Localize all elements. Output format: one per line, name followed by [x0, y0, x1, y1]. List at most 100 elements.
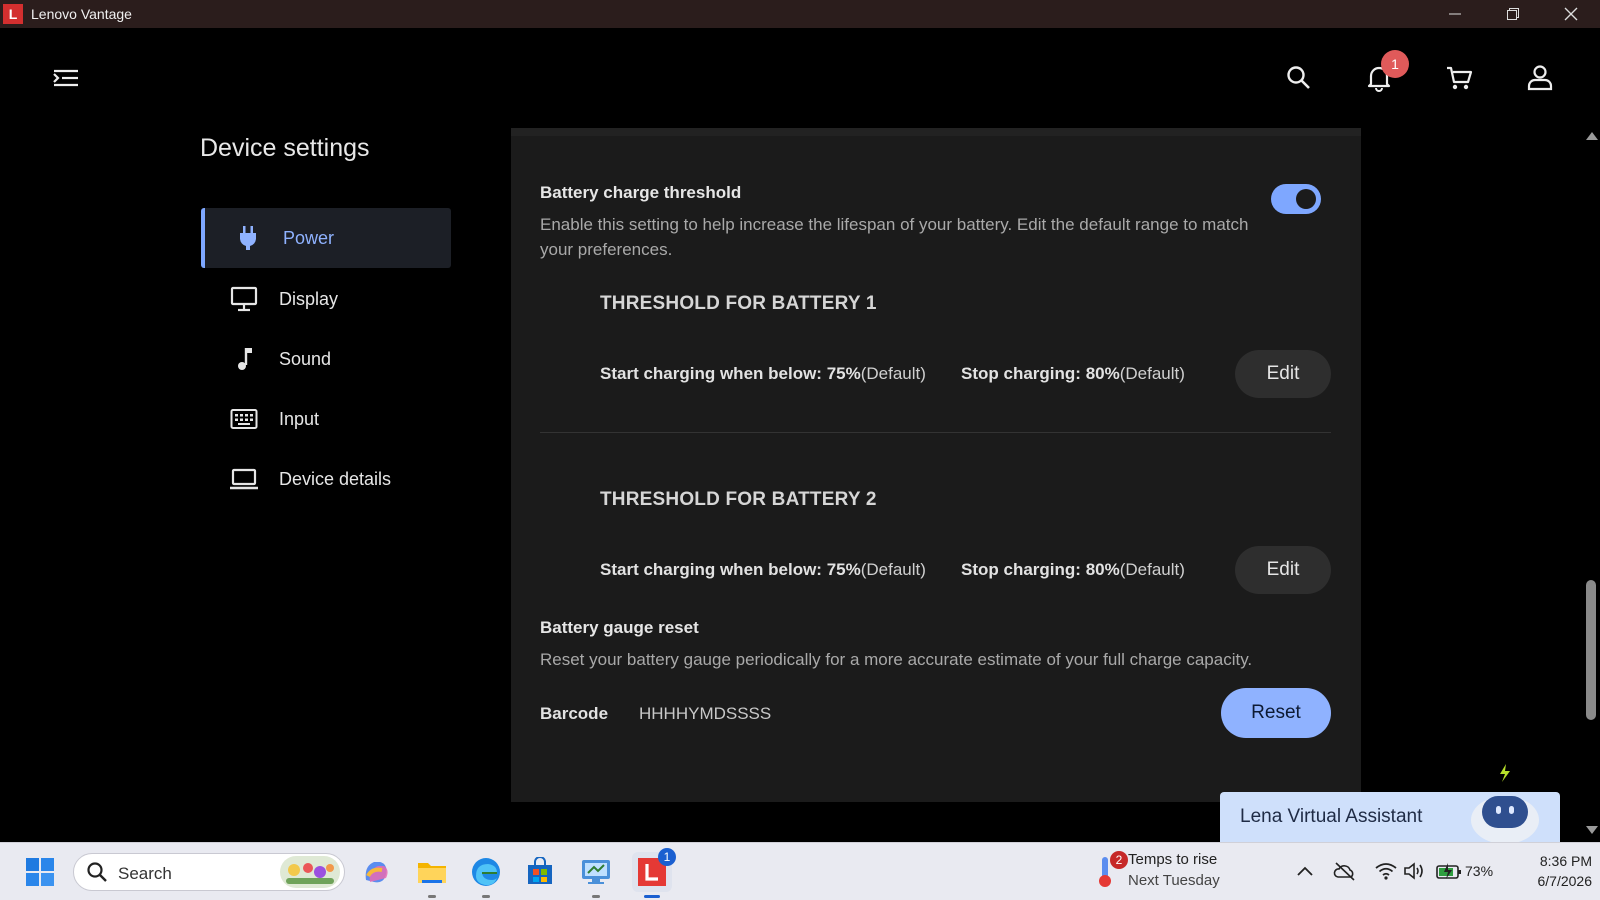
sidebar-item-label: Input — [279, 408, 320, 429]
remote-desktop-button[interactable] — [576, 852, 616, 898]
active-indicator — [644, 895, 660, 898]
cart-button[interactable] — [1442, 61, 1476, 95]
microsoft-store-button[interactable] — [520, 852, 560, 892]
folder-icon — [418, 863, 446, 883]
power-settings-panel: Battery charge threshold Enable this set… — [511, 128, 1361, 802]
search-icon — [1287, 66, 1310, 89]
title-bar: L Lenovo Vantage — [0, 0, 1600, 28]
battery-2-stop-charging: Stop charging: 80%(Default) — [961, 560, 1185, 580]
sidebar-item-device-details[interactable]: Device details — [201, 449, 451, 509]
robot-assistant-icon — [1471, 764, 1539, 842]
user-icon — [1527, 65, 1553, 91]
laptop-icon — [229, 464, 259, 494]
page-title: Device settings — [200, 134, 370, 162]
toggle-knob — [1296, 189, 1316, 209]
battery-threshold-title: Battery charge threshold — [540, 183, 742, 202]
battery-1-stop-charging: Stop charging: 80%(Default) — [961, 364, 1185, 384]
sidebar-item-label: Sound — [279, 348, 332, 369]
search-placeholder: Search — [118, 864, 172, 883]
battery-threshold-description: Enable this setting to help increase the… — [540, 215, 1249, 259]
battery-2-edit-button[interactable]: Edit — [1235, 546, 1331, 594]
reset-button[interactable]: Reset — [1221, 688, 1331, 738]
divider — [540, 432, 1331, 433]
menu-toggle-button[interactable] — [52, 66, 80, 90]
sidebar-item-power[interactable]: Power — [201, 208, 451, 268]
menu-collapse-icon — [53, 69, 78, 87]
weather-line-2: Next Tuesday — [1128, 872, 1220, 889]
clock[interactable]: 8:36 PM 6/7/2026 — [1508, 851, 1593, 891]
file-explorer-button[interactable] — [412, 852, 452, 898]
scroll-up-arrow-icon[interactable] — [1586, 132, 1598, 140]
wifi-tray-button[interactable] — [1372, 857, 1400, 885]
keyboard-icon — [229, 404, 259, 434]
search-icon — [87, 862, 107, 882]
edge-icon — [472, 858, 500, 886]
music-note-icon — [229, 344, 259, 374]
scroll-down-arrow-icon[interactable] — [1586, 826, 1598, 834]
show-hidden-icons-button[interactable] — [1291, 857, 1319, 885]
onedrive-tray-button[interactable] — [1331, 857, 1359, 885]
time: 8:36 PM — [1539, 853, 1592, 869]
sidebar-item-label: Power — [283, 227, 335, 248]
barcode-label: Barcode — [540, 704, 609, 723]
stop-value: 80% — [1085, 560, 1120, 579]
account-button[interactable] — [1523, 61, 1557, 95]
wifi-icon — [1375, 863, 1397, 880]
lenovo-vantage-taskbar-button[interactable]: 1 — [632, 848, 676, 898]
battery-2-threshold-title: THRESHOLD FOR BATTERY 2 — [600, 489, 877, 510]
start-value: 75% — [826, 560, 861, 579]
remote-desktop-icon — [582, 860, 610, 884]
sidebar-item-sound[interactable]: Sound — [201, 329, 451, 389]
running-indicator — [482, 895, 490, 898]
taskbar: Search 1 2 Temps to rise Next Tuesday 73… — [0, 842, 1600, 900]
weather-widget[interactable]: 2 Temps to rise Next Tuesday — [1096, 851, 1236, 893]
store-icon — [528, 857, 552, 884]
scrollbar-thumb[interactable] — [1586, 580, 1596, 720]
lena-virtual-assistant[interactable]: Lena Virtual Assistant — [1220, 764, 1560, 842]
stop-label: Stop charging: — [961, 560, 1081, 579]
start-label: Start charging when below: — [600, 364, 822, 383]
search-button[interactable] — [1282, 61, 1316, 95]
date: 6/7/2026 — [1537, 873, 1593, 889]
running-indicator — [592, 895, 600, 898]
lenovo-logo: L — [3, 4, 23, 24]
minimize-button[interactable] — [1426, 0, 1484, 28]
window-title: Lenovo Vantage — [31, 6, 132, 22]
start-label: Start charging when below: — [600, 560, 822, 579]
restore-icon — [1507, 8, 1519, 20]
monitor-icon — [229, 284, 259, 314]
restore-button[interactable] — [1484, 0, 1542, 28]
stop-suffix: (Default) — [1119, 560, 1185, 579]
notification-badge: 1 — [1381, 50, 1409, 78]
battery-2-start-charging: Start charging when below: 75%(Default) — [600, 560, 926, 580]
battery-percentage: 73% — [1465, 863, 1494, 879]
battery-tray-button[interactable] — [1435, 857, 1463, 885]
edge-button[interactable] — [466, 852, 506, 898]
weather-badge: 2 — [1110, 851, 1128, 869]
battery-1-threshold-title: THRESHOLD FOR BATTERY 1 — [600, 293, 877, 314]
close-icon — [1564, 7, 1578, 21]
copilot-button[interactable] — [356, 852, 396, 892]
close-button[interactable] — [1542, 0, 1600, 28]
chevron-up-icon — [1297, 866, 1313, 876]
top-bar: 1 — [0, 28, 1600, 128]
battery-gauge-reset-title: Battery gauge reset — [540, 618, 699, 637]
sidebar-item-input[interactable]: Input — [201, 389, 451, 449]
battery-1-edit-button[interactable]: Edit — [1235, 350, 1331, 398]
weather-line-1: Temps to rise — [1128, 851, 1218, 868]
sidebar-item-label: Device details — [279, 468, 392, 489]
copilot-icon — [365, 862, 388, 883]
plug-icon — [233, 223, 263, 253]
windows-icon — [26, 858, 54, 886]
battery-threshold-toggle[interactable] — [1271, 184, 1321, 214]
lena-label: Lena Virtual Assistant — [1240, 806, 1423, 827]
battery-charging-icon — [1436, 863, 1461, 879]
volume-tray-button[interactable] — [1401, 857, 1429, 885]
scrollbar[interactable] — [1582, 128, 1600, 838]
taskbar-search[interactable]: Search — [73, 853, 345, 891]
sidebar-item-display[interactable]: Display — [201, 269, 451, 329]
lenovo-badge: 1 — [658, 848, 676, 866]
start-button[interactable] — [20, 852, 60, 892]
battery-gauge-reset-description: Reset your battery gauge periodically fo… — [540, 650, 1253, 669]
stop-value: 80% — [1085, 364, 1120, 383]
